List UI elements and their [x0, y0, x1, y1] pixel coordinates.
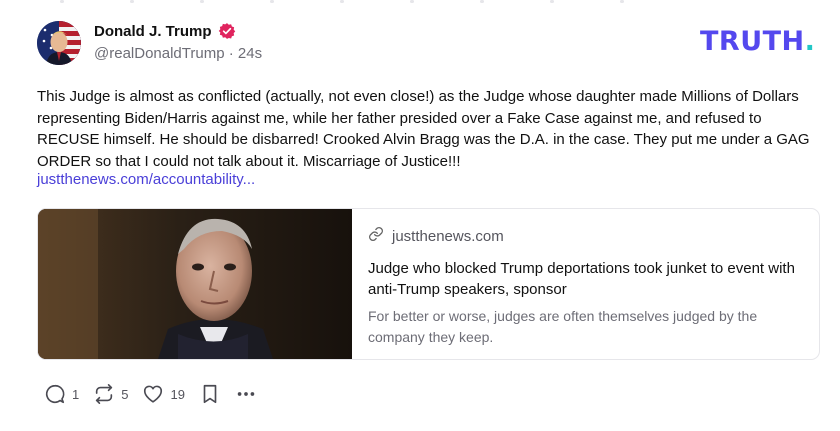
like-icon — [142, 383, 164, 405]
truth-social-logo[interactable]: TRUTH. — [700, 26, 815, 57]
post-body: This Judge is almost as conflicted (actu… — [37, 88, 810, 170]
bookmark-button[interactable] — [199, 383, 221, 405]
avatar[interactable] — [37, 21, 81, 65]
reply-icon — [44, 383, 66, 405]
bookmark-icon — [199, 383, 221, 405]
link-preview-domain: justthenews.com — [392, 227, 504, 245]
meta-separator: · — [228, 45, 234, 62]
like-button[interactable]: 19 — [142, 383, 185, 405]
link-preview-card[interactable]: justthenews.com Judge who blocked Trump … — [37, 208, 820, 360]
top-divider — [0, 0, 840, 6]
verified-badge-icon — [218, 22, 236, 40]
reply-button[interactable]: 1 — [44, 383, 79, 405]
retruth-count: 5 — [121, 386, 129, 402]
brand-dot: . — [804, 26, 816, 57]
retruth-button[interactable]: 5 — [93, 383, 128, 405]
post-time[interactable]: 24s — [238, 45, 262, 62]
link-preview-title: Judge who blocked Trump deportations too… — [368, 260, 795, 298]
post-actions: 1 5 19 — [44, 381, 271, 407]
more-options-button[interactable] — [235, 383, 257, 405]
link-preview-description: For better or worse, judges are often th… — [368, 308, 758, 345]
more-icon — [235, 383, 257, 405]
post-link[interactable]: justthenews.com/accountability... — [37, 171, 255, 188]
link-icon — [368, 226, 384, 246]
brand-wordmark: TRUTH — [700, 26, 805, 57]
author-name[interactable]: Donald J. Trump — [94, 23, 212, 40]
link-preview-image — [38, 209, 352, 359]
like-count: 19 — [170, 386, 185, 402]
author-handle[interactable]: @realDonaldTrump — [94, 45, 225, 62]
reply-count: 1 — [72, 386, 80, 402]
retruth-icon — [93, 383, 115, 405]
